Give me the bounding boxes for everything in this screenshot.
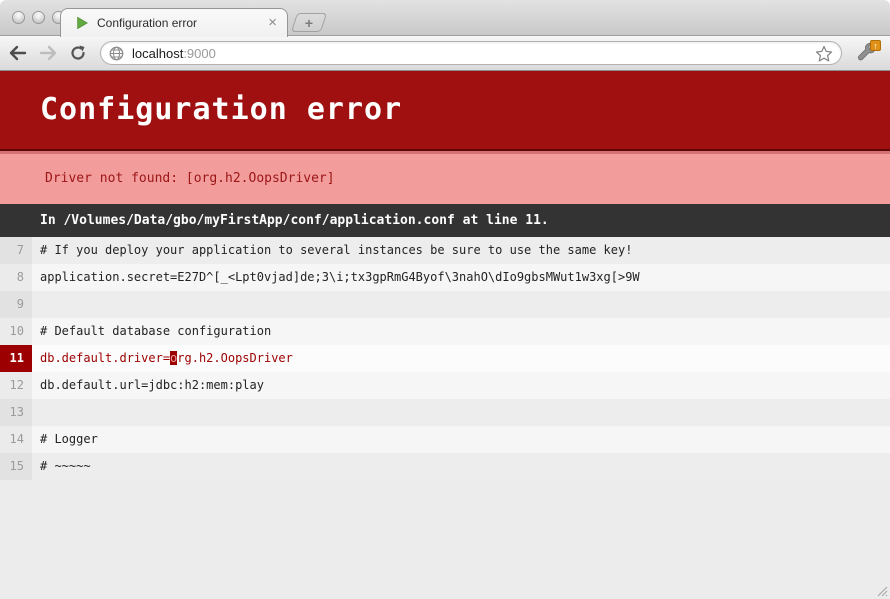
error-location: In /Volumes/Data/gbo/myFirstApp/conf/app… xyxy=(0,204,890,237)
line-content: # If you deploy your application to seve… xyxy=(32,237,890,264)
tab-configuration-error[interactable]: Configuration error × xyxy=(60,8,288,37)
reload-button[interactable] xyxy=(66,41,90,65)
code-listing: 7 # If you deploy your application to se… xyxy=(0,237,890,480)
line-content: db.default.url=jdbc:h2:mem:play xyxy=(32,372,890,399)
error-line-prefix: db.default.driver= xyxy=(40,351,170,365)
page-content: Configuration error Driver not found: [o… xyxy=(0,71,890,599)
line-content: application.secret=E27D^[_<Lpt0vjad]de;3… xyxy=(32,264,890,291)
line-number: 10 xyxy=(0,318,32,345)
browser-window: Configuration error × + xyxy=(0,0,890,599)
update-badge: ↑ xyxy=(870,40,881,51)
line-number: 9 xyxy=(0,291,32,318)
browser-menu-button[interactable]: ↑ xyxy=(852,40,882,66)
line-content: db.default.driver=org.h2.OopsDriver xyxy=(32,345,890,372)
bookmark-star-icon[interactable] xyxy=(815,45,833,63)
back-button[interactable] xyxy=(6,41,30,65)
play-framework-icon xyxy=(75,16,89,30)
line-content: # ~~~~~ xyxy=(32,453,890,480)
tab-title: Configuration error xyxy=(97,16,266,30)
tab-strip: Configuration error × + xyxy=(0,0,890,36)
url-host: localhost xyxy=(132,46,183,61)
browser-toolbar: localhost:9000 ↑ xyxy=(0,36,890,71)
line-content xyxy=(32,399,890,426)
forward-button[interactable] xyxy=(36,41,60,65)
code-line-9: 9 xyxy=(0,291,890,318)
line-content xyxy=(32,291,890,318)
page-title: Configuration error xyxy=(0,71,890,149)
url-port: :9000 xyxy=(183,46,216,61)
line-number: 8 xyxy=(0,264,32,291)
page-footer-area xyxy=(0,480,890,599)
code-line-8: 8 application.secret=E27D^[_<Lpt0vjad]de… xyxy=(0,264,890,291)
code-line-13: 13 xyxy=(0,399,890,426)
code-line-7: 7 # If you deploy your application to se… xyxy=(0,237,890,264)
window-minimize-button[interactable] xyxy=(32,11,45,24)
globe-icon xyxy=(109,46,124,61)
line-number: 11 xyxy=(0,345,32,372)
plus-icon: + xyxy=(305,16,313,30)
error-line-suffix: rg.h2.OopsDriver xyxy=(177,351,293,365)
code-line-14: 14 # Logger xyxy=(0,426,890,453)
resize-grip[interactable] xyxy=(874,583,888,597)
code-line-11-error: 11 db.default.driver=org.h2.OopsDriver xyxy=(0,345,890,372)
tab-close-icon[interactable]: × xyxy=(266,16,279,30)
window-close-button[interactable] xyxy=(12,11,25,24)
code-line-12: 12 db.default.url=jdbc:h2:mem:play xyxy=(0,372,890,399)
back-arrow-icon xyxy=(8,45,28,61)
line-number: 15 xyxy=(0,453,32,480)
line-number: 7 xyxy=(0,237,32,264)
new-tab-button[interactable]: + xyxy=(291,13,327,32)
reload-icon xyxy=(69,44,87,62)
forward-arrow-icon xyxy=(38,45,58,61)
code-line-15: 15 # ~~~~~ xyxy=(0,453,890,480)
code-line-10: 10 # Default database configuration xyxy=(0,318,890,345)
line-number: 13 xyxy=(0,399,32,426)
line-number: 12 xyxy=(0,372,32,399)
line-content: # Default database configuration xyxy=(32,318,890,345)
address-bar[interactable]: localhost:9000 xyxy=(100,41,842,65)
error-message: Driver not found: [org.h2.OopsDriver] xyxy=(0,151,890,204)
line-number: 14 xyxy=(0,426,32,453)
line-content: # Logger xyxy=(32,426,890,453)
